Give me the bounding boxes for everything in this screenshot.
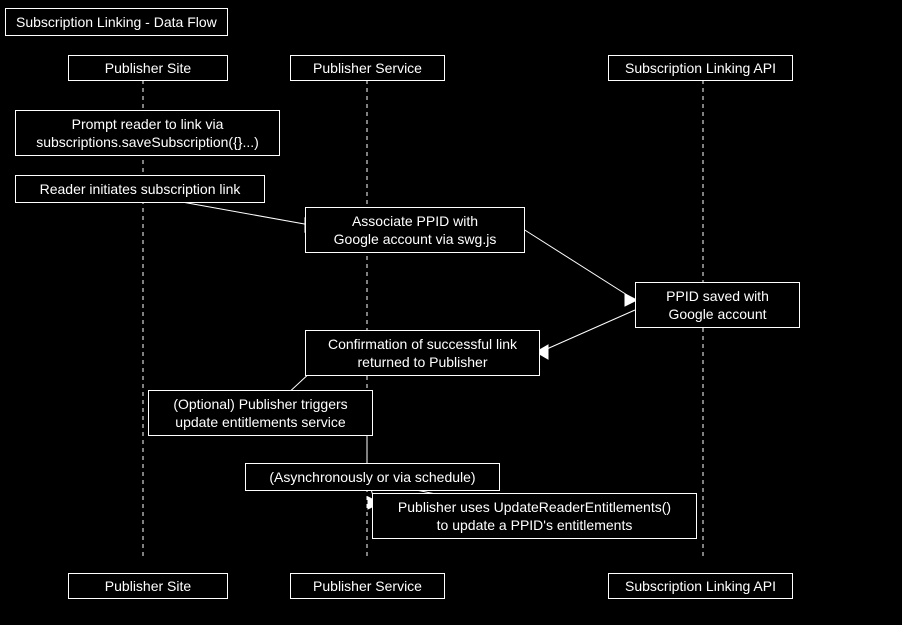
title-box: Subscription Linking - Data Flow	[5, 8, 228, 36]
asynchronously-box: (Asynchronously or via schedule)	[245, 463, 500, 491]
header-subscription-linking: Subscription Linking API	[608, 55, 793, 81]
associate-ppid-box: Associate PPID withGoogle account via sw…	[305, 207, 525, 253]
prompt-box: Prompt reader to link viasubscriptions.s…	[15, 110, 280, 156]
diagram-container: Subscription Linking - Data Flow Publish…	[0, 0, 902, 625]
footer-publisher-service: Publisher Service	[290, 573, 445, 599]
publisher-uses-box: Publisher uses UpdateReaderEntitlements(…	[372, 493, 697, 539]
optional-publisher-box: (Optional) Publisher triggersupdate enti…	[148, 390, 373, 436]
footer-subscription-linking: Subscription Linking API	[608, 573, 793, 599]
footer-publisher-site: Publisher Site	[68, 573, 228, 599]
confirmation-box: Confirmation of successful linkreturned …	[305, 330, 540, 376]
ppid-saved-box: PPID saved with Google account	[635, 282, 800, 328]
header-publisher-service: Publisher Service	[290, 55, 445, 81]
reader-initiates-box: Reader initiates subscription link	[15, 175, 265, 203]
header-publisher-site: Publisher Site	[68, 55, 228, 81]
